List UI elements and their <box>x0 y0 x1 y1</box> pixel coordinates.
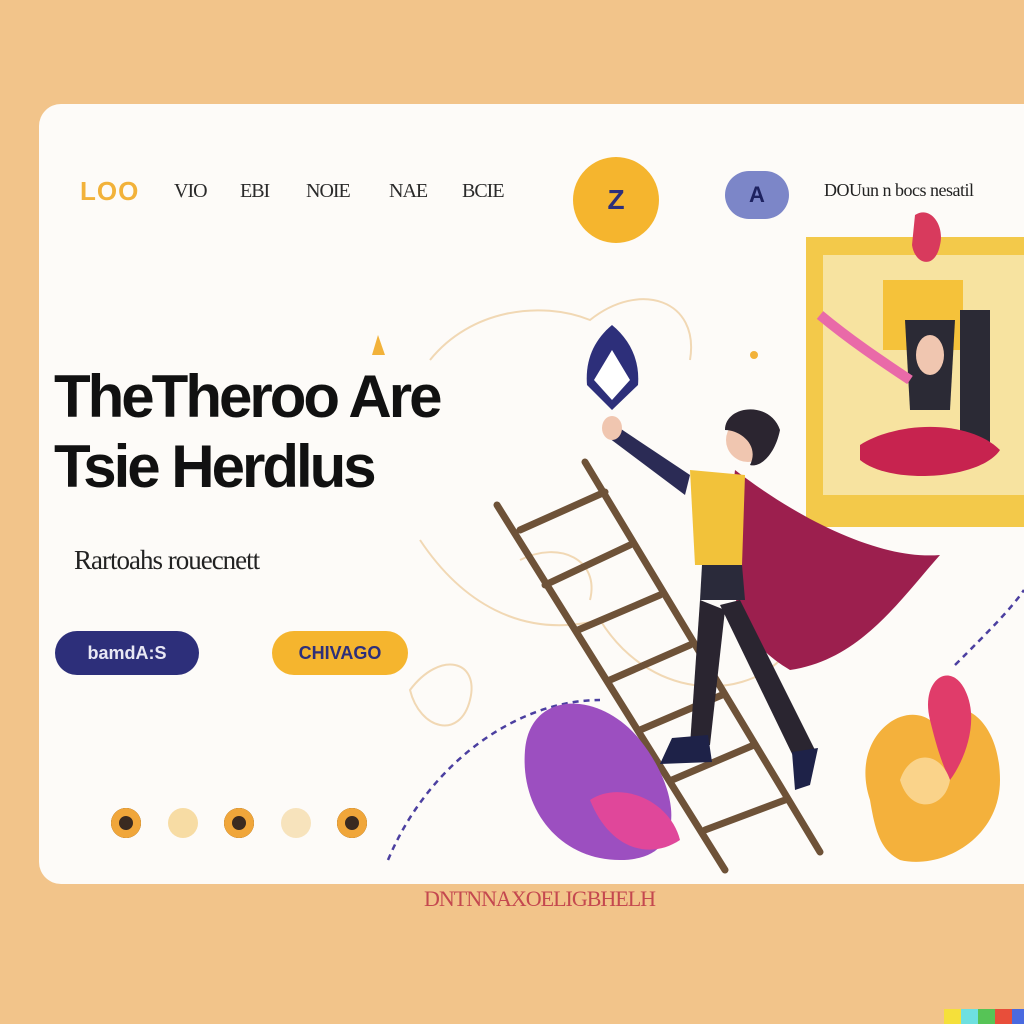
swatch-blue <box>1012 1009 1024 1024</box>
footer-caption: DNTNNAXOELIGBHELH <box>424 886 656 911</box>
swatch-cyan <box>961 1009 978 1024</box>
drop-decoration <box>372 335 385 355</box>
swatch-red <box>995 1009 1012 1024</box>
framed-portrait <box>806 212 1024 527</box>
dashed-path-right <box>954 589 1024 666</box>
swatch-green <box>978 1009 995 1024</box>
swatch-yellow <box>944 1009 961 1024</box>
dot-decoration <box>750 351 758 359</box>
hero-illustration <box>372 212 1024 874</box>
flame-decoration <box>865 675 1000 862</box>
gem-icon <box>586 325 639 410</box>
